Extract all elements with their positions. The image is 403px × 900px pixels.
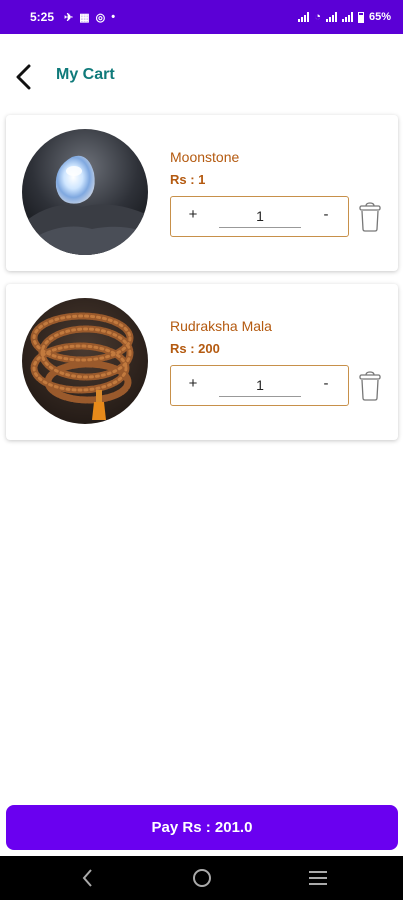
product-price: Rs : 1 xyxy=(170,172,206,187)
qty-minus-button[interactable]: - xyxy=(316,206,336,223)
status-bar: 5:25 ✈ ▦ ◎ • ◔ 65% xyxy=(0,0,403,34)
qty-plus-button[interactable]: + xyxy=(183,206,203,223)
status-left-icons: ✈ ▦ ◎ • xyxy=(64,11,115,24)
status-right-icons: ◔ 65% xyxy=(298,11,391,23)
app-header: My Cart xyxy=(0,34,403,114)
nav-back-icon[interactable] xyxy=(76,867,100,889)
nav-menu-icon[interactable] xyxy=(306,867,330,889)
qr-icon: ▦ xyxy=(79,11,90,24)
signal-icon-2 xyxy=(325,12,337,22)
notification-dot-icon: • xyxy=(111,10,116,23)
battery-icon xyxy=(357,11,364,23)
trash-icon[interactable] xyxy=(357,202,383,232)
quantity-stepper: + - xyxy=(170,365,349,406)
hotspot-icon: ◎ xyxy=(95,11,106,24)
status-time: 5:25 xyxy=(30,10,55,24)
vpn-icon: ✈ xyxy=(64,11,74,24)
product-image-moonstone xyxy=(22,129,148,255)
arrow-back-icon[interactable] xyxy=(12,63,36,91)
qty-minus-button[interactable]: - xyxy=(316,375,336,392)
wifi-icon: ◔ xyxy=(314,11,321,23)
cart-item: Moonstone Rs : 1 + - xyxy=(6,115,398,271)
system-nav-bar xyxy=(0,856,403,900)
page-title: My Cart xyxy=(56,66,115,83)
product-image-rudraksha xyxy=(22,298,148,424)
quantity-field[interactable] xyxy=(219,373,301,397)
cart-item: Rudraksha Mala Rs : 200 + - xyxy=(6,284,398,440)
quantity-field[interactable] xyxy=(219,204,301,228)
product-name: Rudraksha Mala xyxy=(170,318,272,334)
trash-icon[interactable] xyxy=(357,371,383,401)
signal-icon xyxy=(298,12,310,22)
signal-icon-3 xyxy=(341,12,353,22)
battery-percent: 65% xyxy=(368,11,391,23)
quantity-stepper: + - xyxy=(170,196,349,237)
product-price: Rs : 200 xyxy=(170,341,220,356)
qty-plus-button[interactable]: + xyxy=(183,375,203,392)
pay-button[interactable]: Pay Rs : 201.0 xyxy=(6,805,398,850)
nav-home-icon[interactable] xyxy=(190,867,214,889)
product-name: Moonstone xyxy=(170,149,240,165)
